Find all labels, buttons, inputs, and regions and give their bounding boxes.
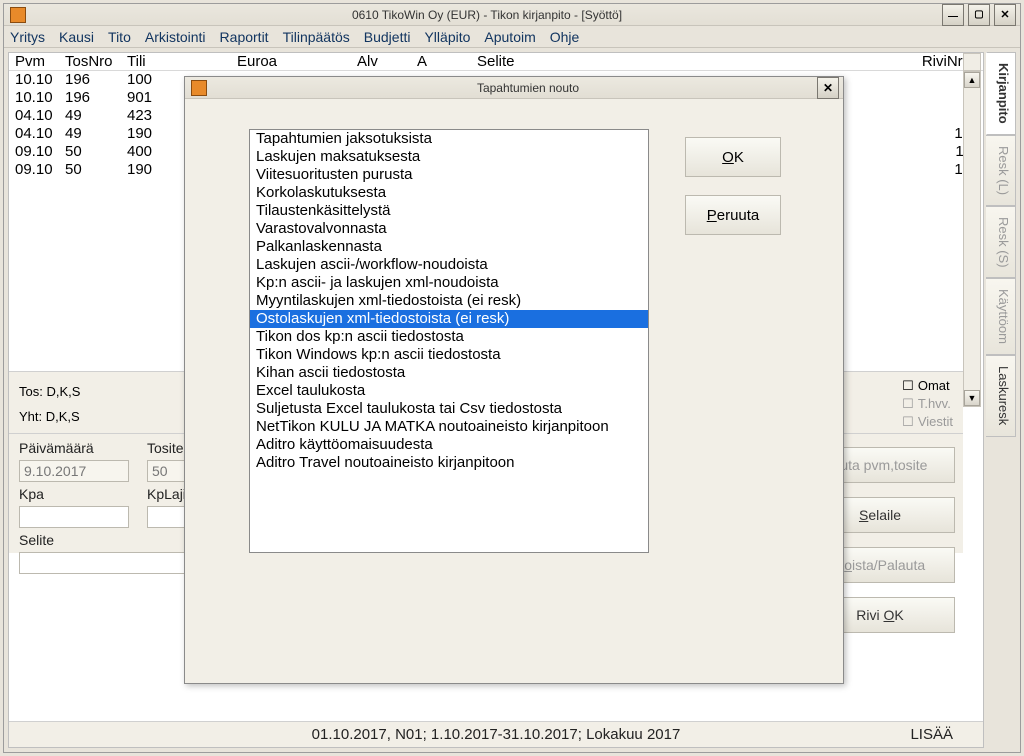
modal-close-button[interactable]: ✕ (817, 77, 839, 99)
list-item[interactable]: Myyntilaskujen xml-tiedostoista (ei resk… (250, 292, 648, 310)
col-euroa: Euroa (237, 53, 357, 70)
app-icon (10, 7, 26, 23)
col-pvm: Pvm (15, 53, 65, 70)
list-item[interactable]: Aditro Travel noutoaineisto kirjanpitoon (250, 454, 648, 472)
window-title: 0610 TikoWin Oy (EUR) - Tikon kirjanpito… (32, 8, 942, 22)
yht-label: Yht: D,K,S (19, 409, 119, 424)
tab-kayttoom[interactable]: Käyttöom (986, 278, 1016, 355)
menubar: Yritys Kausi Tito Arkistointi Raportit T… (4, 26, 1020, 48)
grid-header: Pvm TosNro Tili Euroa Alv A Selite RiviN… (9, 53, 983, 71)
menu-aputoim[interactable]: Aputoim (484, 29, 535, 45)
input-paivamaara[interactable] (19, 460, 129, 482)
list-item[interactable]: Varastovalvonnasta (250, 220, 648, 238)
status-range: 01.10.2017, N01; 1.10.2017-31.10.2017; L… (312, 726, 681, 743)
check-viestit[interactable]: Viestit (902, 414, 953, 430)
tab-kirjanpito[interactable]: Kirjanpito (986, 52, 1016, 135)
modal-body: Tapahtumien jaksotuksistaLaskujen maksat… (185, 99, 843, 683)
check-omat[interactable]: Omat (902, 378, 953, 394)
window-close-button[interactable] (994, 4, 1016, 26)
tab-resk-s[interactable]: Resk (S) (986, 206, 1016, 279)
menu-yllapito[interactable]: Ylläpito (424, 29, 470, 45)
list-item[interactable]: Tikon dos kp:n ascii tiedostosta (250, 328, 648, 346)
window-maximize-button[interactable] (968, 4, 990, 26)
modal-icon (191, 80, 207, 96)
list-item[interactable]: Laskujen ascii-/workflow-noudoista (250, 256, 648, 274)
list-item[interactable]: Kp:n ascii- ja laskujen xml-noudoista (250, 274, 648, 292)
modal-cancel-button[interactable]: Peruuta (685, 195, 781, 235)
list-item[interactable]: Suljetusta Excel taulukosta tai Csv tied… (250, 400, 648, 418)
check-column: Omat T.hvv. Viestit (902, 378, 953, 430)
grid-corner (963, 53, 981, 71)
check-thvv[interactable]: T.hvv. (902, 396, 953, 412)
list-item[interactable]: Palkanlaskennasta (250, 238, 648, 256)
status-mode: LISÄÄ (910, 726, 953, 743)
menu-ohje[interactable]: Ohje (550, 29, 580, 45)
menu-kausi[interactable]: Kausi (59, 29, 94, 45)
list-item[interactable]: Viitesuoritusten purusta (250, 166, 648, 184)
list-item[interactable]: Kihan ascii tiedostosta (250, 364, 648, 382)
list-item[interactable]: Tapahtumien jaksotuksista (250, 130, 648, 148)
scroll-down-icon[interactable]: ▼ (964, 390, 980, 406)
col-selite: Selite (477, 53, 907, 70)
modal-ok-button[interactable]: OK (685, 137, 781, 177)
input-kpa[interactable] (19, 506, 129, 528)
list-item[interactable]: Excel taulukosta (250, 382, 648, 400)
menu-tito[interactable]: Tito (108, 29, 131, 45)
tab-laskuresk[interactable]: Laskuresk (986, 355, 1016, 436)
modal-tapahtumien-nouto: Tapahtumien nouto ✕ Tapahtumien jaksotuk… (184, 76, 844, 684)
col-a: A (417, 53, 477, 70)
side-tabs: Kirjanpito Resk (L) Resk (S) Käyttöom La… (986, 52, 1016, 748)
window-minimize-button[interactable] (942, 4, 964, 26)
list-item[interactable]: Laskujen maksatuksesta (250, 148, 648, 166)
modal-listbox[interactable]: Tapahtumien jaksotuksistaLaskujen maksat… (249, 129, 649, 553)
modal-buttons: OK Peruuta (685, 137, 781, 235)
menu-arkistointi[interactable]: Arkistointi (145, 29, 206, 45)
lbl-kpa: Kpa (19, 486, 129, 502)
lbl-paivamaara: Päivämäärä (19, 440, 129, 456)
menu-raportit[interactable]: Raportit (220, 29, 269, 45)
grid-scrollbar[interactable]: ▲ ▼ (963, 71, 981, 407)
list-item[interactable]: Korkolaskutuksesta (250, 184, 648, 202)
modal-title: Tapahtumien nouto (213, 81, 843, 95)
modal-titlebar: Tapahtumien nouto ✕ (185, 77, 843, 99)
menu-yritys[interactable]: Yritys (10, 29, 45, 45)
scroll-up-icon[interactable]: ▲ (964, 72, 980, 88)
window-buttons (942, 4, 1016, 26)
list-item[interactable]: Aditro käyttöomaisuudesta (250, 436, 648, 454)
tab-resk-l[interactable]: Resk (L) (986, 135, 1016, 206)
menu-tilinpaatos[interactable]: Tilinpäätös (283, 29, 350, 45)
list-item[interactable]: Tilaustenkäsittelystä (250, 202, 648, 220)
col-tosnro: TosNro (65, 53, 127, 70)
col-alv: Alv (357, 53, 417, 70)
col-tili: Tili (127, 53, 237, 70)
tos-label: Tos: D,K,S (19, 384, 119, 399)
list-item[interactable]: Tikon Windows kp:n ascii tiedostosta (250, 346, 648, 364)
statusbar: 01.10.2017, N01; 1.10.2017-31.10.2017; L… (9, 721, 983, 747)
titlebar: 0610 TikoWin Oy (EUR) - Tikon kirjanpito… (4, 4, 1020, 26)
list-item[interactable]: Ostolaskujen xml-tiedostoista (ei resk) (250, 310, 648, 328)
list-item[interactable]: NetTikon KULU JA MATKA noutoaineisto kir… (250, 418, 648, 436)
menu-budjetti[interactable]: Budjetti (364, 29, 411, 45)
